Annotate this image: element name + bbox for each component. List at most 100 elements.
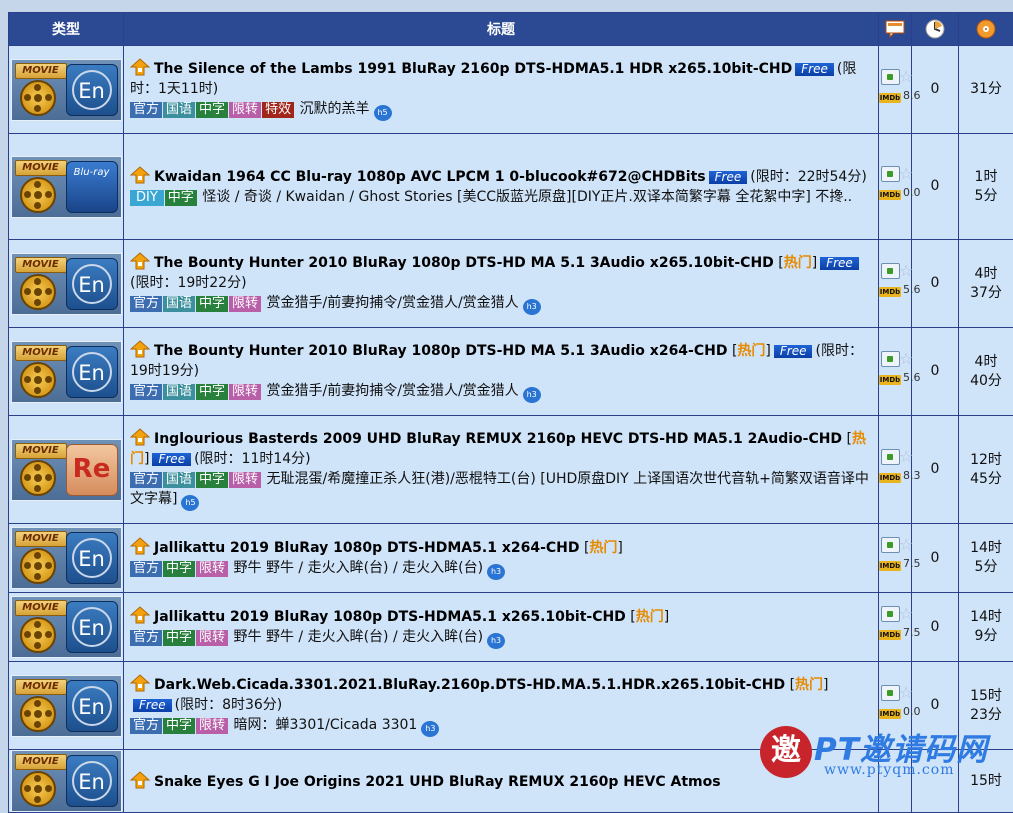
imdb-icon: IMDb [879,630,901,640]
bookmark-star-icon[interactable]: ☆ [899,604,913,623]
torrent-title-link[interactable]: Snake Eyes G I Joe Origins 2021 UHD BluR… [154,774,721,790]
action-icons-cell: ☆IMDb5.6 [879,328,912,416]
torrent-title-link[interactable]: Jallikattu 2019 BluRay 1080p DTS-HDMA5.1… [154,609,626,625]
torrent-subtitle: 暗网：蝉3301/Cicada 3301 [234,717,418,733]
action-icons-cell: ☆IMDb8.6 [879,46,912,134]
comments-header[interactable] [879,13,912,46]
torrent-title-link[interactable]: Dark.Web.Cicada.3301.2021.BluRay.2160p.D… [154,677,785,693]
category-movie-icon[interactable]: MOVIEEn [11,59,122,121]
imdb-icon: IMDb [879,473,901,483]
badge-label: En [72,761,112,801]
download-icon[interactable] [881,166,900,182]
download-icon[interactable] [881,351,900,367]
col-type-header[interactable]: 类型 [9,13,124,46]
category-cell[interactable]: MOVIEEn [9,46,124,134]
english-badge-icon: En [66,755,118,807]
clock-icon [924,18,946,40]
remux-badge-icon: Re [66,444,118,496]
category-movie-icon[interactable]: MOVIEEn [11,596,122,658]
film-reel-icon [20,362,56,398]
torrent-subtitle: 野牛 野牛 / 走火入眸(台) / 走火入眸(台) [234,560,484,576]
movie-label-icon: MOVIE [15,679,67,695]
tag-limited-transfer: 限转 [229,296,261,312]
torrent-title-link[interactable]: The Bounty Hunter 2010 BluRay 1080p DTS-… [154,255,774,271]
tag-official: 官方 [130,102,162,118]
hit-and-run-badge: h5 [181,495,199,511]
hot-marker: [热门] [790,677,829,693]
torrent-title-link[interactable]: The Bounty Hunter 2010 BluRay 1080p DTS-… [154,343,727,359]
category-movie-icon[interactable]: MOVIEEn [11,253,122,315]
category-movie-icon[interactable]: MOVIEBlu-ray [11,156,122,218]
category-cell[interactable]: MOVIEEn [9,240,124,328]
category-cell[interactable]: MOVIERe [9,416,124,524]
imdb-rating: 7.5 [903,626,921,639]
category-movie-icon[interactable]: MOVIEEn [11,675,122,737]
download-icon[interactable] [881,449,900,465]
imdb-rating: 8.6 [903,89,921,102]
download-icon[interactable] [881,69,900,85]
bookmark-star-icon[interactable]: ☆ [899,683,913,702]
free-time-limit: (限时：8时36分) [175,697,283,713]
category-movie-icon[interactable]: MOVIEEn [11,341,122,403]
tag-mandarin: 国语 [163,472,195,488]
category-cell[interactable]: MOVIEEn [9,750,124,813]
category-movie-icon[interactable]: MOVIEEn [11,527,122,589]
age-part: 5分 [975,559,998,575]
age-header[interactable] [912,13,959,46]
download-icon[interactable] [881,606,900,622]
age-part: 14时 [970,609,1002,625]
badge-label: En [72,264,112,304]
download-icon[interactable] [881,263,900,279]
category-movie-icon[interactable]: MOVIERe [11,439,122,501]
imdb-icon: IMDb [879,375,901,385]
tag-special-effects: 特效 [262,102,294,118]
tag-limited-transfer: 限转 [196,718,228,734]
bookmark-star-icon[interactable]: ☆ [899,67,913,86]
bookmark-star-icon[interactable]: ☆ [899,447,913,466]
film-reel-icon [20,80,56,116]
sticky-arrow-icon [130,771,150,789]
col-title-header[interactable]: 标题 [124,13,879,46]
tag-chinese-sub: 中字 [163,630,195,646]
category-cell[interactable]: MOVIEEn [9,662,124,750]
torrent-title-link[interactable]: Jallikattu 2019 BluRay 1080p DTS-HDMA5.1… [154,540,580,556]
category-cell[interactable]: MOVIEBlu-ray [9,134,124,240]
torrent-age: 14时9分 [959,593,1013,662]
badge-label: En [72,352,112,392]
bookmark-star-icon[interactable]: ☆ [899,535,913,554]
size-header[interactable] [959,13,1013,46]
tag-official: 官方 [130,296,162,312]
imdb-icon: IMDb [879,709,901,719]
download-icon[interactable] [881,537,900,553]
free-badge: Free [795,63,834,76]
site-watermark: 邀 PT邀请码网 www.ptyqm.com [760,720,1013,796]
sticky-arrow-icon [130,428,150,446]
english-badge-icon: En [66,64,118,116]
tag-chinese-sub: 中字 [196,472,228,488]
torrent-title-link[interactable]: Kwaidan 1964 CC Blu-ray 1080p AVC LPCM 1… [154,169,706,185]
bookmark-star-icon[interactable]: ☆ [899,261,913,280]
imdb-rating: 5.6 [903,283,921,296]
category-cell[interactable]: MOVIEEn [9,593,124,662]
category-cell[interactable]: MOVIEEn [9,328,124,416]
movie-label-icon: MOVIE [15,600,67,616]
torrent-subtitle: 沉默的羔羊 [300,101,370,117]
category-movie-icon[interactable]: MOVIEEn [11,750,122,812]
torrent-title-link[interactable]: Inglourious Basterds 2009 UHD BluRay REM… [154,431,842,447]
hit-and-run-badge: h3 [523,387,541,403]
action-icons-cell: ☆IMDb0.0 [879,134,912,240]
imdb-rating: 5.6 [903,371,921,384]
imdb-icon: IMDb [879,561,901,571]
imdb-rating: 0.0 [903,186,921,199]
torrent-title-link[interactable]: The Silence of the Lambs 1991 BluRay 216… [154,61,792,77]
bookmark-star-icon[interactable]: ☆ [899,164,913,183]
movie-label-icon: MOVIE [15,63,67,79]
comments-icon [884,19,906,39]
bookmark-star-icon[interactable]: ☆ [899,349,913,368]
title-cell: The Silence of the Lambs 1991 BluRay 216… [124,46,879,134]
title-cell: The Bounty Hunter 2010 BluRay 1080p DTS-… [124,240,879,328]
free-badge: Free [820,257,859,270]
category-cell[interactable]: MOVIEEn [9,524,124,593]
download-icon[interactable] [881,685,900,701]
title-cell: Jallikattu 2019 BluRay 1080p DTS-HDMA5.1… [124,593,879,662]
